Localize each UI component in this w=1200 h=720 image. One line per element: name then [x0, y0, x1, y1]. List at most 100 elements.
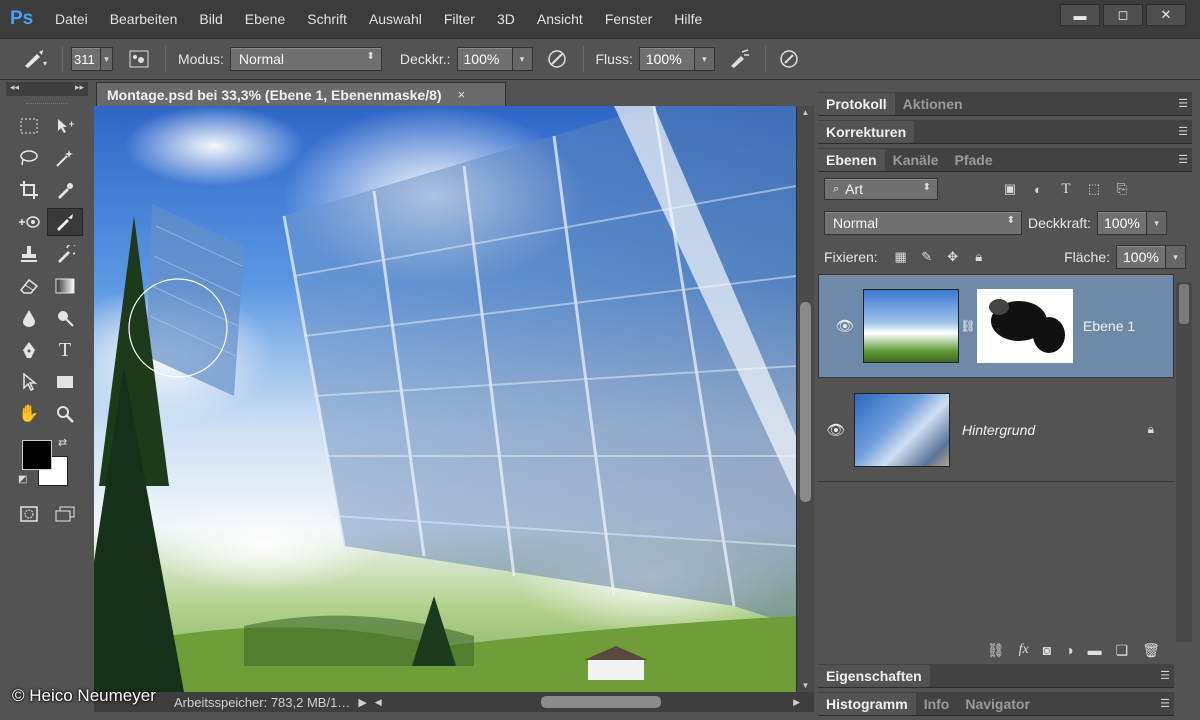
- tab-ebenen[interactable]: Ebenen: [818, 149, 885, 171]
- tab-histogramm[interactable]: Histogramm: [818, 693, 916, 715]
- deckkraft-dropdown[interactable]: ▾: [1147, 211, 1168, 235]
- layer-thumbnail[interactable]: [854, 392, 950, 467]
- magic-wand-tool-icon[interactable]: [47, 144, 83, 172]
- new-group-icon[interactable]: ▬: [1088, 642, 1102, 658]
- tab-navigator[interactable]: Navigator: [957, 693, 1038, 715]
- quick-mask-icon[interactable]: [11, 500, 47, 528]
- eyedropper-tool-icon[interactable]: [47, 176, 83, 204]
- blur-tool-icon[interactable]: [11, 304, 47, 332]
- menu-bearbeiten[interactable]: Bearbeiten: [99, 11, 189, 27]
- menu-3d[interactable]: 3D: [486, 11, 526, 27]
- tab-pfade[interactable]: Pfade: [947, 149, 1001, 171]
- visibility-eye-icon[interactable]: 👁︎: [827, 317, 863, 335]
- path-selection-tool-icon[interactable]: [11, 368, 47, 396]
- tab-aktionen[interactable]: Aktionen: [895, 93, 971, 115]
- delete-layer-icon[interactable]: 🗑︎: [1142, 642, 1160, 659]
- flaeche-dropdown[interactable]: ▾: [1166, 245, 1186, 269]
- tab-kanaele[interactable]: Kanäle: [885, 149, 947, 171]
- filter-adjustment-icon[interactable]: ◐: [1024, 182, 1052, 197]
- fluss-dropdown[interactable]: ▾: [694, 47, 715, 71]
- deckkr-dropdown[interactable]: ▾: [512, 47, 533, 71]
- layer-hintergrund[interactable]: 👁︎ Hintergrund 🔒︎: [818, 378, 1174, 482]
- new-adjustment-layer-icon[interactable]: ◑: [1065, 642, 1073, 658]
- dodge-tool-icon[interactable]: [47, 304, 83, 332]
- pressure-size-icon[interactable]: [774, 49, 804, 69]
- pressure-opacity-icon[interactable]: [539, 49, 575, 69]
- layers-scrollbar[interactable]: [1176, 282, 1192, 642]
- marquee-tool-icon[interactable]: [11, 112, 47, 140]
- brush-panel-icon[interactable]: [121, 50, 157, 68]
- layer-name[interactable]: Hintergrund: [962, 422, 1035, 438]
- brush-size-dropdown[interactable]: ▾: [101, 47, 113, 71]
- link-layers-icon[interactable]: ⛓︎: [987, 642, 1005, 659]
- vertical-scroll-thumb[interactable]: [800, 302, 811, 502]
- document-canvas[interactable]: [94, 106, 796, 692]
- swap-colors-icon[interactable]: ⇄: [58, 436, 67, 449]
- zoom-tool-icon[interactable]: [47, 400, 83, 428]
- hand-tool-icon[interactable]: ✋: [11, 400, 47, 428]
- lasso-tool-icon[interactable]: [11, 144, 47, 172]
- layer-name[interactable]: Ebene 1: [1083, 318, 1135, 334]
- lock-position-icon[interactable]: ✥: [940, 249, 966, 265]
- blend-mode-select[interactable]: Normal ⬍: [824, 211, 1022, 235]
- layer-filter-select[interactable]: ⌕ Art ⬍: [824, 178, 938, 200]
- menu-datei[interactable]: Datei: [44, 11, 99, 27]
- lock-image-icon[interactable]: ✎: [914, 249, 940, 265]
- document-tab[interactable]: Montage.psd bei 33,3% (Ebene 1, Ebenenma…: [96, 82, 506, 106]
- menu-schrift[interactable]: Schrift: [296, 11, 358, 27]
- panel-menu-icon[interactable]: ☰: [1178, 153, 1188, 166]
- modus-select[interactable]: Normal ⬍: [229, 47, 382, 71]
- tab-info[interactable]: Info: [916, 693, 958, 715]
- menu-fenster[interactable]: Fenster: [594, 11, 663, 27]
- tab-protokoll[interactable]: Protokoll: [818, 93, 895, 115]
- visibility-eye-icon[interactable]: 👁︎: [818, 421, 854, 439]
- brush-preset-icon[interactable]: ▾: [14, 48, 54, 70]
- foreground-color-swatch[interactable]: [22, 440, 52, 470]
- panel-menu-icon[interactable]: ☰: [1160, 697, 1170, 710]
- clone-stamp-tool-icon[interactable]: [11, 240, 47, 268]
- menu-ebene[interactable]: Ebene: [234, 11, 296, 27]
- filter-shape-icon[interactable]: ⬚: [1080, 181, 1108, 197]
- menu-hilfe[interactable]: Hilfe: [663, 11, 713, 27]
- flaeche-field[interactable]: 100%: [1116, 245, 1166, 269]
- add-mask-icon[interactable]: ◙: [1043, 642, 1051, 658]
- minimize-button[interactable]: ▬: [1060, 4, 1100, 26]
- filter-smart-object-icon[interactable]: ⎘: [1108, 181, 1136, 197]
- deckkr-field[interactable]: 100%: [456, 47, 513, 71]
- move-tool-icon[interactable]: [47, 112, 83, 140]
- layer-style-fx-icon[interactable]: fx: [1019, 642, 1029, 658]
- screen-mode-icon[interactable]: [47, 500, 83, 528]
- brush-tool-icon[interactable]: [47, 208, 83, 236]
- history-brush-tool-icon[interactable]: [47, 240, 83, 268]
- eraser-tool-icon[interactable]: [11, 272, 47, 300]
- airbrush-icon[interactable]: [721, 49, 757, 69]
- filter-pixel-icon[interactable]: ▣: [996, 181, 1024, 197]
- close-window-button[interactable]: ✕: [1146, 4, 1186, 26]
- panel-menu-icon[interactable]: ☰: [1178, 125, 1188, 138]
- close-document-icon[interactable]: ×: [458, 87, 466, 102]
- menu-ansicht[interactable]: Ansicht: [526, 11, 594, 27]
- tools-grip[interactable]: ◂◂ ▸▸: [6, 82, 88, 96]
- rectangle-tool-icon[interactable]: [47, 368, 83, 396]
- filter-type-icon[interactable]: T: [1052, 181, 1080, 198]
- default-colors-icon[interactable]: ◩: [18, 474, 27, 485]
- panel-menu-icon[interactable]: ☰: [1160, 669, 1170, 682]
- scroll-right-arrow-icon[interactable]: ▶: [793, 697, 800, 708]
- mask-link-icon[interactable]: ⛓︎: [959, 319, 977, 333]
- panel-menu-icon[interactable]: ☰: [1178, 97, 1188, 110]
- deckkraft-field[interactable]: 100%: [1097, 211, 1148, 235]
- new-layer-icon[interactable]: ❏: [1116, 642, 1129, 659]
- type-tool-icon[interactable]: T: [47, 336, 83, 364]
- layer-ebene-1[interactable]: 👁︎ ⛓︎ Ebene 1: [818, 274, 1174, 378]
- tab-korrekturen[interactable]: Korrekturen: [818, 121, 915, 143]
- layer-mask-thumbnail[interactable]: [977, 289, 1073, 363]
- crop-tool-icon[interactable]: [11, 176, 47, 204]
- status-menu-arrow-icon[interactable]: ▶: [358, 696, 366, 709]
- gradient-tool-icon[interactable]: [47, 272, 83, 300]
- pen-tool-icon[interactable]: [11, 336, 47, 364]
- menu-auswahl[interactable]: Auswahl: [358, 11, 433, 27]
- lock-all-icon[interactable]: 🔒︎: [966, 249, 992, 265]
- horizontal-scroll-thumb[interactable]: [541, 696, 661, 708]
- fluss-field[interactable]: 100%: [638, 47, 695, 71]
- menu-filter[interactable]: Filter: [433, 11, 486, 27]
